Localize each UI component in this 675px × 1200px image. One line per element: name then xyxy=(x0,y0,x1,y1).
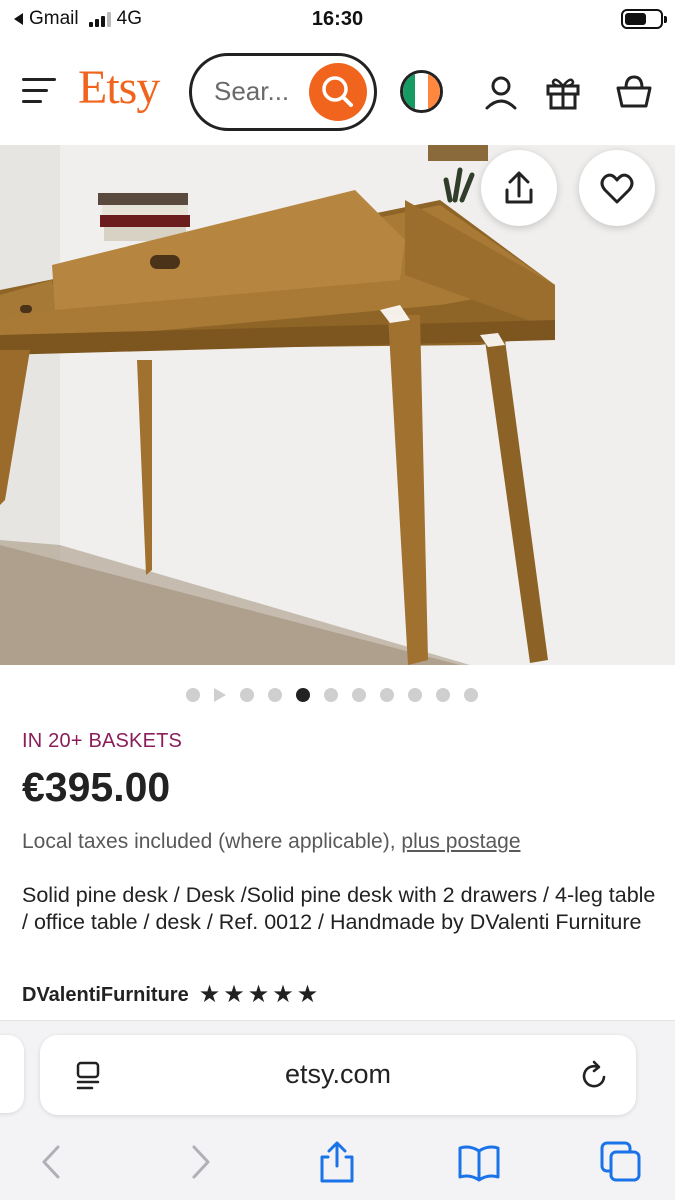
basket-icon[interactable] xyxy=(614,72,654,112)
taxes-note: Local taxes included (where applicable),… xyxy=(22,830,521,854)
carousel-dot[interactable] xyxy=(268,688,282,702)
heart-icon xyxy=(600,173,634,204)
ireland-flag-icon[interactable] xyxy=(400,70,443,113)
search-button[interactable] xyxy=(309,63,367,121)
postage-link[interactable]: plus postage xyxy=(401,830,520,853)
reload-icon[interactable] xyxy=(578,1059,612,1093)
carousel-dot-active[interactable] xyxy=(296,688,310,702)
carousel-dot[interactable] xyxy=(380,688,394,702)
account-icon[interactable] xyxy=(481,72,521,112)
share-icon[interactable] xyxy=(314,1139,360,1185)
carousel-indicator[interactable] xyxy=(186,688,478,702)
shop-name-link[interactable]: DValentiFurniture xyxy=(22,984,189,1007)
star-icon: ★ xyxy=(198,981,221,1008)
gift-icon[interactable] xyxy=(543,72,583,112)
etsy-logo[interactable]: Etsy xyxy=(78,60,160,115)
carousel-dot[interactable] xyxy=(464,688,478,702)
tabs-icon[interactable] xyxy=(598,1139,644,1185)
star-icon: ★ xyxy=(272,981,294,1008)
status-bar: Gmail 4G 16:30 xyxy=(0,0,675,40)
status-time: 16:30 xyxy=(311,8,364,30)
product-title: Solid pine desk / Desk /Solid pine desk … xyxy=(22,883,656,934)
carousel-dot[interactable] xyxy=(436,688,450,702)
battery-icon xyxy=(621,9,667,29)
back-icon[interactable] xyxy=(30,1139,76,1185)
carousel-dot[interactable] xyxy=(240,688,254,702)
favorite-button[interactable] xyxy=(579,150,655,226)
carousel-dot[interactable] xyxy=(186,688,200,702)
star-icon: ★ xyxy=(296,981,319,1008)
basket-badge: IN 20+ BASKETS xyxy=(22,730,183,752)
star-icon: ★ xyxy=(223,981,245,1008)
forward-icon[interactable] xyxy=(176,1139,222,1185)
rating-stars[interactable]: ★ ★ ★ ★ ★ xyxy=(199,983,319,1007)
previous-tab-preview[interactable] xyxy=(0,1035,24,1113)
video-play-icon[interactable] xyxy=(214,688,226,702)
search-input[interactable]: Sear... xyxy=(214,76,289,107)
carousel-dot[interactable] xyxy=(324,688,338,702)
url-text[interactable]: etsy.com xyxy=(40,1059,636,1090)
taxes-text: Local taxes included (where applicable), xyxy=(22,830,396,853)
search-icon xyxy=(322,76,353,107)
address-bar[interactable]: etsy.com xyxy=(40,1035,636,1115)
carousel-dot[interactable] xyxy=(352,688,366,702)
share-button[interactable] xyxy=(481,150,557,226)
share-icon xyxy=(505,171,533,204)
product-price: €395.00 xyxy=(22,764,171,810)
carousel-dot[interactable] xyxy=(408,688,422,702)
bookmarks-icon[interactable] xyxy=(456,1139,502,1185)
desk-photo xyxy=(0,145,675,665)
product-image[interactable] xyxy=(0,145,675,665)
star-icon: ★ xyxy=(247,981,270,1008)
search-field[interactable]: Sear... xyxy=(189,53,377,131)
menu-icon[interactable] xyxy=(22,78,56,104)
etsy-header: Etsy Sear... xyxy=(0,48,675,136)
browser-toolbar: etsy.com xyxy=(0,1021,675,1200)
shop-row[interactable]: DValentiFurniture ★ ★ ★ ★ ★ xyxy=(22,983,318,1007)
